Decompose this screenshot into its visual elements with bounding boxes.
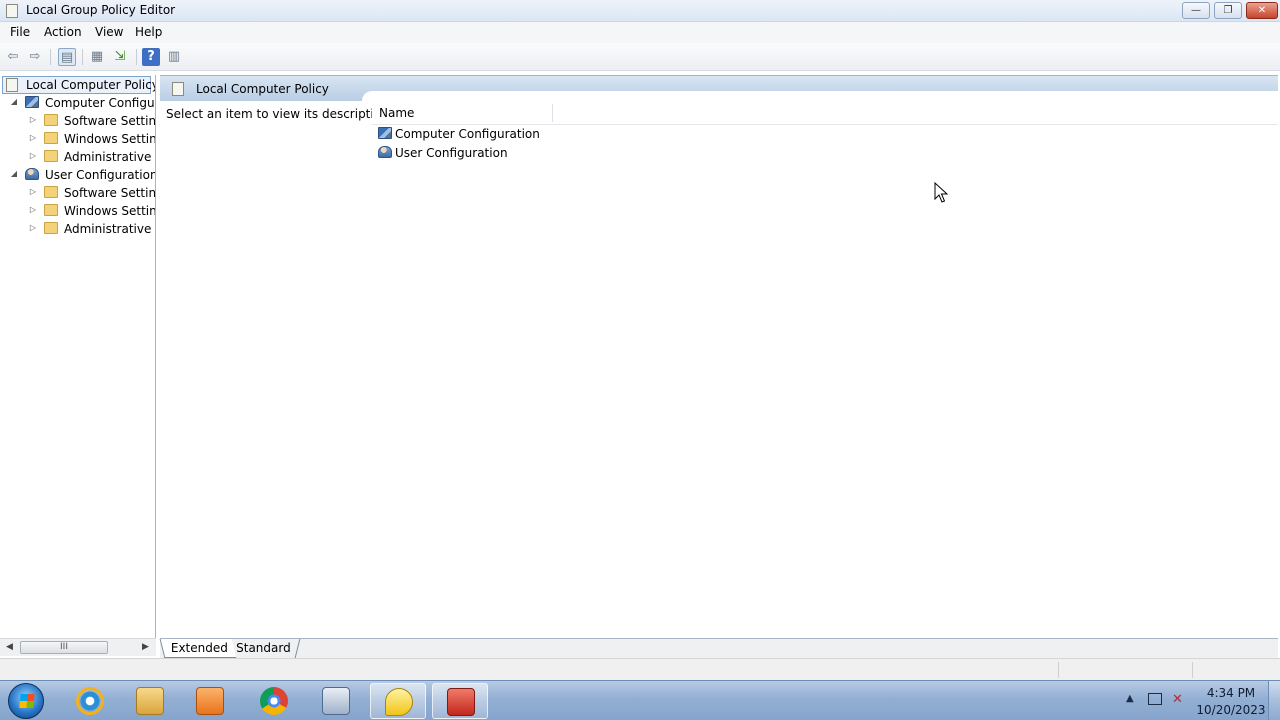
tree-item-label: Windows Setting <box>64 204 156 218</box>
folder-icon <box>44 150 58 162</box>
mouse-pointer-icon <box>934 182 948 203</box>
expanded-arrow-icon[interactable]: ◢ <box>9 97 19 106</box>
column-divider[interactable] <box>552 104 553 122</box>
details-pane: Local Computer Policy Select an item to … <box>160 75 1278 638</box>
export-list-icon[interactable]: ⇲ <box>111 48 129 66</box>
collapsed-arrow-icon[interactable]: ▷ <box>28 223 38 232</box>
policy-document-icon <box>6 78 18 92</box>
tab-standard[interactable]: Standard <box>225 639 300 658</box>
media-player-icon <box>196 687 224 715</box>
list-item-label: User Configuration <box>395 146 508 160</box>
chrome-icon <box>260 687 288 715</box>
status-divider <box>1192 662 1193 678</box>
scroll-right-icon[interactable]: ▶ <box>142 642 149 652</box>
clock-time[interactable]: 4:34 PM <box>1196 686 1266 700</box>
view-tabs: Extended Standard <box>159 638 1278 658</box>
folder-icon <box>44 114 58 126</box>
collapsed-arrow-icon[interactable]: ▷ <box>28 205 38 214</box>
toolbox-icon <box>447 688 475 716</box>
internet-explorer-icon <box>76 687 104 715</box>
user-icon <box>25 168 39 180</box>
computer-icon <box>25 96 39 108</box>
folder-icon <box>44 222 58 234</box>
menu-view[interactable]: View <box>95 25 123 39</box>
user-icon <box>378 146 392 158</box>
menu-bar: File Action View Help <box>0 22 1280 43</box>
column-header-name[interactable]: Name <box>379 106 414 120</box>
taskbar-keyboard[interactable] <box>308 683 364 719</box>
tree-horizontal-scrollbar[interactable]: ◀ III ▶ <box>0 638 156 656</box>
tree-item-label: Administrative Te <box>64 222 155 236</box>
menu-action[interactable]: Action <box>44 25 82 39</box>
policy-document-icon <box>172 82 184 96</box>
properties-icon[interactable]: ▦ <box>88 48 106 66</box>
keyboard-icon <box>322 687 350 715</box>
clock-date[interactable]: 10/20/2023 <box>1196 703 1266 717</box>
tree-item-label: Computer Configura <box>45 96 156 110</box>
show-hide-tree-icon[interactable]: ▤ <box>58 48 76 66</box>
system-tray: ▲ ✕ 4:34 PM 10/20/2023 <box>1120 681 1280 720</box>
toolbar-separator <box>50 49 51 65</box>
menu-file[interactable]: File <box>10 25 30 39</box>
minimize-button[interactable]: — <box>1182 2 1210 19</box>
volume-muted-icon[interactable]: ✕ <box>1172 692 1183 707</box>
scroll-left-icon[interactable]: ◀ <box>6 642 13 652</box>
collapsed-arrow-icon[interactable]: ▷ <box>28 187 38 196</box>
list-header: Name <box>372 101 1278 125</box>
expanded-arrow-icon[interactable]: ◢ <box>9 169 19 178</box>
taskbar-internet-explorer[interactable] <box>62 683 118 719</box>
console-tree[interactable]: Local Computer Policy ◢ Computer Configu… <box>0 75 156 638</box>
scroll-thumb[interactable]: III <box>20 641 108 654</box>
folder-icon <box>44 132 58 144</box>
tree-item-label: Windows Setting <box>64 132 156 146</box>
taskbar-media-player[interactable] <box>182 683 238 719</box>
tree-item-label: Software Settings <box>64 186 156 200</box>
collapsed-arrow-icon[interactable]: ▷ <box>28 115 38 124</box>
tree-item-label: Software Settings <box>64 114 156 128</box>
tab-label: Standard <box>236 641 291 655</box>
back-arrow-icon[interactable]: ⇦ <box>4 48 22 66</box>
toolbar-separator <box>136 49 137 65</box>
network-icon[interactable] <box>1148 693 1162 705</box>
taskbar: ▲ ✕ 4:34 PM 10/20/2023 <box>0 680 1280 720</box>
computer-icon <box>378 127 392 139</box>
status-divider <box>1058 662 1059 678</box>
list-item-label: Computer Configuration <box>395 127 540 141</box>
pane-header-title: Local Computer Policy <box>196 82 329 96</box>
folder-icon <box>44 204 58 216</box>
folder-icon <box>44 186 58 198</box>
taskbar-messenger[interactable] <box>370 683 426 719</box>
taskbar-chrome[interactable] <box>246 683 302 719</box>
taskbar-file-explorer[interactable] <box>122 683 178 719</box>
title-bar[interactable]: Local Group Policy Editor — ❐ ✕ <box>0 0 1280 22</box>
collapsed-arrow-icon[interactable]: ▷ <box>28 133 38 142</box>
tab-label: Extended <box>170 641 228 655</box>
folder-icon <box>136 687 164 715</box>
start-button[interactable] <box>8 683 44 719</box>
help-icon[interactable]: ? <box>142 48 160 66</box>
toolbar: ⇦ ⇨ ▤ ▦ ⇲ ? ▥ <box>0 43 1280 71</box>
show-hidden-icons-icon[interactable]: ▲ <box>1126 693 1134 704</box>
tab-extended[interactable]: Extended <box>159 639 237 658</box>
tree-item-label: Administrative Te <box>64 150 155 164</box>
forward-arrow-icon[interactable]: ⇨ <box>26 48 44 66</box>
close-button[interactable]: ✕ <box>1246 2 1278 19</box>
menu-help[interactable]: Help <box>135 25 162 39</box>
collapsed-arrow-icon[interactable]: ▷ <box>28 151 38 160</box>
tree-root-label: Local Computer Policy <box>26 78 156 92</box>
toolbar-separator <box>82 49 83 65</box>
taskbar-toolbox[interactable] <box>432 683 488 719</box>
policy-editor-icon <box>6 4 18 18</box>
window-title: Local Group Policy Editor <box>26 3 176 17</box>
action-pane-icon[interactable]: ▥ <box>165 48 183 66</box>
pane-header: Local Computer Policy <box>160 75 1278 102</box>
restore-button[interactable]: ❐ <box>1214 2 1242 19</box>
show-desktop-button[interactable] <box>1268 681 1280 720</box>
tree-item-label: User Configuration <box>45 168 156 182</box>
item-description: Select an item to view its description. <box>166 107 393 121</box>
chat-bubble-icon <box>385 688 413 716</box>
status-bar <box>0 658 1280 680</box>
